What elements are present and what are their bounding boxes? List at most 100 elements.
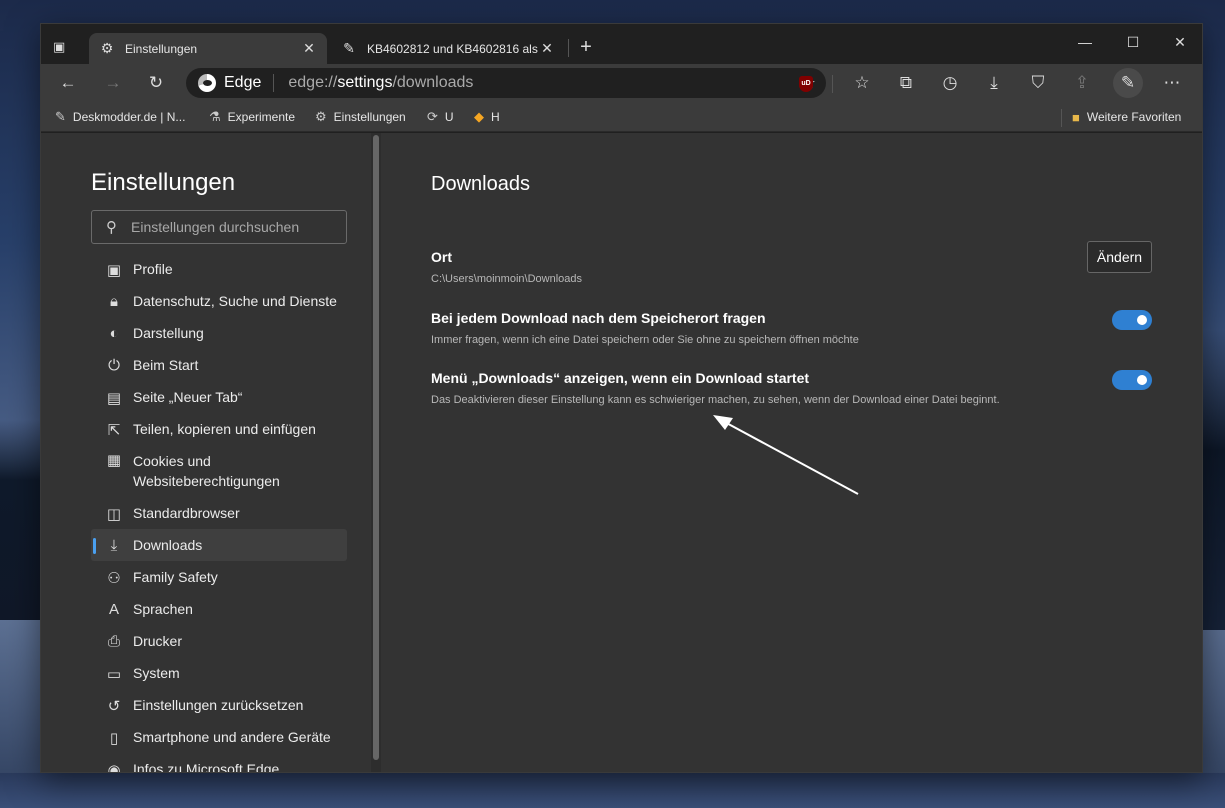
- favorite-deskmodder[interactable]: ✎ Deskmodder.de | N...: [55, 108, 185, 126]
- gear-icon: ⚙: [315, 109, 327, 124]
- family-icon: ⚇: [107, 570, 121, 587]
- browser-window: ▣ ⚙ Einstellungen ✕ ✎ KB4602812 und KB46…: [40, 23, 1203, 773]
- sidebar-item-newtab[interactable]: ▤ Seite „Neuer Tab“: [91, 381, 347, 413]
- desktop-background-left: [0, 420, 40, 620]
- collections-icon[interactable]: ⧉: [891, 68, 921, 98]
- gear-icon: ⚙: [100, 40, 114, 56]
- annotation-arrow: [713, 415, 859, 495]
- favorite-einstellungen[interactable]: ⚙ Einstellungen: [315, 108, 406, 126]
- favorites-bar: ✎ Deskmodder.de | N... ⚗ Experimente ⚙ E…: [41, 102, 1202, 132]
- close-icon[interactable]: ✕: [301, 40, 317, 57]
- sidebar-item-label: Drucker: [133, 633, 183, 649]
- forward-button[interactable]: →: [98, 68, 128, 98]
- tab-settings[interactable]: ⚙ Einstellungen ✕: [89, 33, 327, 64]
- sidebar-item-label: Beim Start: [133, 357, 199, 373]
- share-icon[interactable]: ⇪: [1067, 68, 1097, 98]
- favorite-h[interactable]: ◆ H: [474, 108, 500, 126]
- cookies-icon: ▦: [106, 452, 122, 469]
- sidebar-item-languages[interactable]: A Sprachen: [91, 593, 347, 625]
- favorite-u[interactable]: ⟳ U: [427, 108, 454, 126]
- change-location-button[interactable]: Ändern: [1087, 241, 1152, 273]
- ublock-extension-icon[interactable]: uD: [799, 76, 813, 92]
- tab-actions-icon[interactable]: ▣: [53, 39, 69, 55]
- sidebar-item-privacy[interactable]: 🔒︎ Datenschutz, Suche und Dienste: [91, 285, 347, 317]
- ask-location-toggle[interactable]: [1112, 310, 1152, 330]
- sidebar-item-printers[interactable]: ⎙ Drucker: [91, 625, 347, 657]
- sidebar-item-label: Standardbrowser: [133, 505, 240, 521]
- sidebar-item-appearance[interactable]: ◐ Darstellung: [91, 317, 347, 349]
- edge-icon: ◉: [107, 762, 121, 773]
- security-icon[interactable]: ⛉: [1023, 68, 1053, 98]
- tab-label: Einstellungen: [125, 41, 198, 56]
- download-location-setting: Ort C:\Users\moinmoin\Downloads Ändern: [431, 241, 1152, 285]
- close-icon[interactable]: ✕: [539, 40, 555, 57]
- downloads-icon[interactable]: ⤓: [979, 68, 1009, 98]
- sidebar-item-reset[interactable]: ↺ Einstellungen zurücksetzen: [91, 689, 347, 721]
- new-tab-button[interactable]: +: [574, 35, 598, 59]
- favorite-weitere[interactable]: ■ Weitere Favoriten: [1072, 108, 1181, 126]
- sidebar-item-label: Seite „Neuer Tab“: [133, 389, 243, 405]
- sidebar-item-label: Einstellungen zurücksetzen: [133, 697, 304, 713]
- power-icon: ⏻: [108, 357, 120, 374]
- favorites-separator: [1061, 109, 1062, 127]
- address-separator: [273, 74, 275, 92]
- download-icon: ⤓: [110, 537, 118, 554]
- favorites-icon[interactable]: ☆: [847, 68, 877, 98]
- printer-icon: ⎙: [107, 633, 120, 650]
- palette-icon: ◐: [109, 325, 119, 342]
- sidebar-item-downloads[interactable]: ⤓ Downloads: [91, 529, 347, 561]
- page-title: Downloads: [431, 173, 530, 195]
- favorite-experimente[interactable]: ⚗ Experimente: [209, 108, 295, 126]
- back-button[interactable]: ←: [53, 68, 83, 98]
- update-icon: ⟳: [427, 109, 438, 124]
- minimize-button[interactable]: —: [1062, 28, 1108, 56]
- sidebar-scrollbar[interactable]: [371, 133, 381, 772]
- show-downloads-menu-toggle[interactable]: [1112, 370, 1152, 390]
- close-window-button[interactable]: ✕: [1157, 28, 1202, 56]
- new-tab-page-icon: ▤: [106, 390, 122, 407]
- pen-icon: ✎: [343, 40, 355, 56]
- maximize-button[interactable]: ☐: [1110, 28, 1156, 56]
- browser-icon: ◫: [106, 506, 122, 523]
- settings-page: Einstellungen ⚲ ▣ Profile 🔒︎ Datenschutz…: [41, 133, 1202, 773]
- share-icon: ⇱: [107, 422, 121, 439]
- sidebar-item-profile[interactable]: ▣ Profile: [91, 253, 347, 285]
- download-path: C:\Users\moinmoin\Downloads: [431, 273, 582, 285]
- sidebar-item-cookies[interactable]: ▦ Cookies und Websiteberechtigungen: [91, 445, 347, 497]
- sidebar-item-startup[interactable]: ⏻ Beim Start: [91, 349, 347, 381]
- toolbar-divider: [832, 75, 833, 93]
- sidebar-item-about[interactable]: ◉ Infos zu Microsoft Edge: [91, 753, 347, 773]
- sidebar-item-label: Datenschutz, Suche und Dienste: [133, 293, 337, 309]
- setting-label: Menü „Downloads“ anzeigen, wenn ein Down…: [431, 370, 810, 386]
- sidebar-item-default-browser[interactable]: ◫ Standardbrowser: [91, 497, 347, 529]
- lock-icon: 🔒︎: [110, 293, 118, 310]
- reset-icon: ↺: [107, 698, 121, 715]
- tab-article[interactable]: ✎ KB4602812 und KB4602816 als S ✕: [331, 33, 565, 64]
- sidebar-item-phone[interactable]: ▯ Smartphone und andere Geräte: [91, 721, 347, 753]
- edit-icon[interactable]: ✎: [1113, 68, 1143, 98]
- sidebar-item-system[interactable]: ▭ System: [91, 657, 347, 689]
- desktop-background-bottom: [0, 773, 1225, 808]
- scrollbar-thumb[interactable]: [373, 135, 379, 760]
- search-input[interactable]: [131, 219, 321, 235]
- address-bar[interactable]: Edge edge://settings/downloads ☆: [186, 68, 826, 98]
- sidebar-item-family-safety[interactable]: ⚇ Family Safety: [91, 561, 347, 593]
- sidebar-item-label: System: [133, 665, 180, 681]
- history-icon[interactable]: ◷: [935, 68, 965, 98]
- folder-icon: ■: [1072, 109, 1080, 125]
- sidebar-item-label: Infos zu Microsoft Edge: [133, 761, 280, 773]
- pen-icon: ✎: [55, 109, 66, 124]
- edge-logo-icon: [198, 74, 216, 92]
- sidebar-item-label: Profile: [133, 261, 173, 277]
- share-orange-icon: ◆: [474, 109, 484, 124]
- more-menu-icon[interactable]: ⋯: [1157, 68, 1187, 98]
- settings-main: Downloads Ort C:\Users\moinmoin\Download…: [381, 133, 1202, 772]
- sidebar-item-label: Downloads: [133, 537, 203, 553]
- settings-search[interactable]: ⚲: [91, 210, 347, 244]
- address-url[interactable]: edge://settings/downloads: [288, 74, 473, 92]
- setting-description: Das Deaktivieren dieser Einstellung kann…: [431, 394, 1000, 406]
- refresh-button[interactable]: ↻: [141, 68, 171, 98]
- setting-label: Ort: [431, 249, 452, 265]
- search-icon: ⚲: [106, 219, 117, 236]
- sidebar-item-share[interactable]: ⇱ Teilen, kopieren und einfügen: [91, 413, 347, 445]
